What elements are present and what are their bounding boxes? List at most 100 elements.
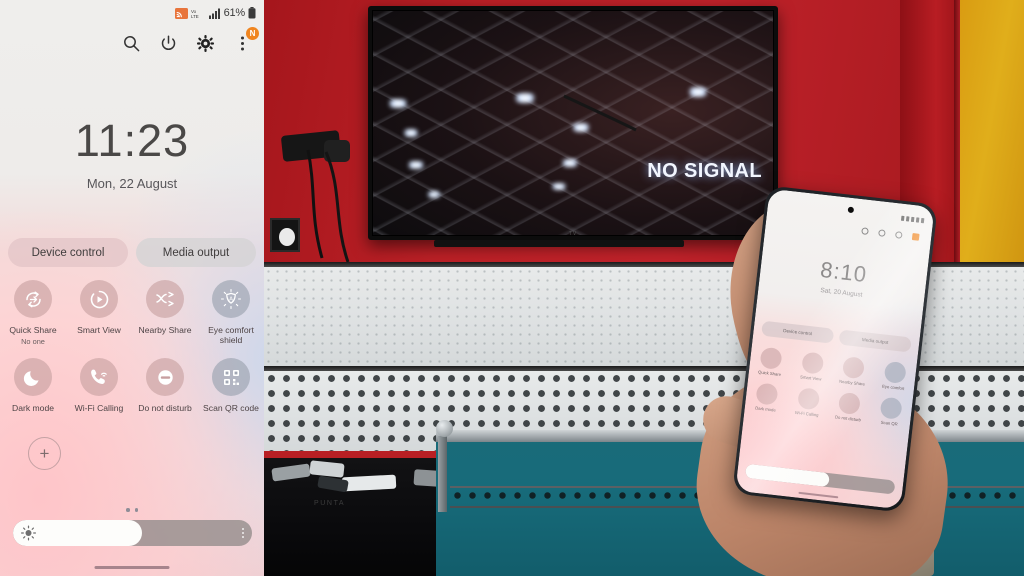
phone-gear-icon[interactable] (894, 231, 903, 239)
add-tile-button[interactable]: + (28, 437, 61, 470)
do-not-disturb-icon (146, 358, 184, 397)
phone-media-output-button[interactable]: Media output (838, 329, 912, 353)
gear-icon[interactable] (195, 33, 215, 53)
phone-tile[interactable]: Nearby Share (831, 355, 875, 388)
status-bar: Vo LTE 61% (174, 5, 256, 21)
tile-label: Smart View (77, 325, 121, 335)
svg-text:LTE: LTE (191, 14, 199, 19)
clock-date: Mon, 22 August (86, 176, 178, 191)
phone-tile-label: Dark mode (755, 405, 776, 413)
tile-label: Dark mode (11, 403, 55, 414)
phone-screen: 8:10 Sat, 20 August Device control Media… (735, 188, 935, 510)
phone-toolbar (861, 227, 920, 241)
phone-more-icon[interactable] (911, 233, 920, 241)
gesture-bar (94, 565, 170, 569)
phone-tile-icon (796, 387, 821, 411)
page-dot[interactable] (126, 508, 130, 512)
screenshot-root: Vo LTE 61% N 11:23 Mon, 22 August Device… (0, 0, 1024, 576)
phone-gesture-bar (798, 491, 839, 499)
cast-icon (174, 7, 188, 19)
panel-toolbar: N (121, 27, 259, 53)
phone-tile[interactable]: Dark mode (745, 381, 789, 414)
battery-icon (248, 7, 256, 19)
volte-icon: Vo LTE (191, 9, 199, 19)
search-icon[interactable] (121, 33, 141, 53)
tile-dark-mode[interactable]: Dark mode (0, 358, 66, 413)
page-dot[interactable] (134, 508, 138, 512)
dark-mode-icon (14, 358, 52, 397)
phone-tile-icon (800, 351, 825, 375)
eye-comfort-shield-icon: A (212, 280, 250, 318)
phone-tile-label: Smart View (799, 374, 822, 382)
tv-screen: NO SIGNAL TV (372, 10, 774, 236)
media-output-button[interactable]: Media output (136, 238, 256, 267)
tile-label: Eye comfort shield (208, 325, 254, 346)
signal-bars-icon (208, 8, 220, 19)
phone-tile-label: Eye comfort (881, 383, 905, 392)
room-photo: NO SIGNAL TV PUNTA 8:10 Sat, 20 August D… (264, 0, 1024, 576)
quick-settings-tiles: Quick Share No one Smart View Nearby Sha… (0, 280, 264, 413)
phone-brightness-slider[interactable] (744, 463, 896, 495)
tv-brand-label: TV (568, 231, 578, 236)
phone-tile-label: Wi-Fi Calling (794, 409, 819, 418)
front-camera (847, 206, 855, 214)
tile-label: Wi-Fi Calling (74, 403, 124, 414)
phone-search-icon[interactable] (861, 227, 869, 236)
phone-tile-icon (759, 346, 783, 370)
phone-tile-label: Scan QR (880, 419, 898, 427)
phone-device-control-button[interactable]: Device control (761, 320, 835, 344)
tile-wifi-calling[interactable]: Wi-Fi Calling (66, 358, 132, 413)
notification-badge: N (246, 27, 259, 40)
tile-eye-comfort-shield[interactable]: A Eye comfort shield (198, 280, 264, 346)
more-options-icon[interactable]: N (232, 27, 259, 53)
remote-control (341, 474, 397, 492)
tile-do-not-disturb[interactable]: Do not disturb (132, 358, 198, 413)
phone-device: 8:10 Sat, 20 August Device control Media… (732, 185, 938, 513)
wall-socket (270, 218, 300, 252)
phone-tile[interactable]: Do not disturb (827, 391, 871, 424)
clock-time: 11:23 (74, 115, 190, 166)
phone-tile-icon (755, 382, 779, 406)
lock-clock: 11:23 Mon, 22 August (0, 118, 264, 191)
tile-label: Nearby Share (138, 325, 192, 335)
nearby-share-icon (146, 280, 184, 318)
phone-segmented-buttons: Device control Media output (761, 320, 912, 353)
svg-text:A: A (229, 296, 233, 302)
page-indicator (0, 508, 264, 512)
tv-no-signal-text: NO SIGNAL (647, 160, 762, 182)
tile-quick-share[interactable]: Quick Share No one (0, 280, 66, 346)
phone-tile[interactable]: Eye comfort (872, 360, 916, 393)
wifi-calling-icon (80, 358, 118, 397)
phone-tile-icon (883, 360, 907, 385)
sofa-post (438, 436, 447, 512)
scan-qr-code-icon (212, 358, 250, 397)
power-adapter-secondary (324, 140, 350, 162)
slider-more-icon[interactable] (242, 528, 244, 538)
phone-tile-label: Do not disturb (834, 414, 862, 423)
brightness-sun-icon (21, 525, 36, 541)
phone-tile[interactable]: Scan QR (868, 395, 912, 428)
smart-view-icon (80, 280, 118, 318)
sofa-knob (436, 420, 453, 437)
tile-label: Scan QR code (203, 403, 259, 414)
tile-smart-view[interactable]: Smart View (66, 280, 132, 346)
brightness-slider[interactable] (13, 520, 252, 546)
quick-settings-panel: Vo LTE 61% N 11:23 Mon, 22 August Device… (0, 0, 264, 576)
phone-tile-icon (838, 391, 862, 415)
phone-tile[interactable]: Quick Share (749, 346, 793, 379)
phone-power-icon[interactable] (878, 229, 886, 237)
power-icon[interactable] (158, 33, 178, 53)
tile-label: Quick Share (9, 325, 57, 335)
tile-sublabel: No one (21, 337, 45, 347)
battery-percent-label: 61% (223, 6, 246, 19)
tile-label: Do not disturb (138, 403, 192, 414)
tile-scan-qr-code[interactable]: Scan QR code (198, 358, 264, 413)
phone-tile[interactable]: Wi-Fi Calling (786, 386, 830, 419)
device-control-button[interactable]: Device control (8, 238, 128, 267)
phone-tiles: Quick Share Smart View Nearby Share Eye … (745, 346, 917, 429)
phone-tile[interactable]: Smart View (790, 350, 834, 383)
quick-share-icon (14, 280, 52, 318)
phone-tile-label: Quick Share (757, 369, 782, 378)
television: NO SIGNAL TV (368, 6, 778, 240)
tile-nearby-share[interactable]: Nearby Share (132, 280, 198, 346)
